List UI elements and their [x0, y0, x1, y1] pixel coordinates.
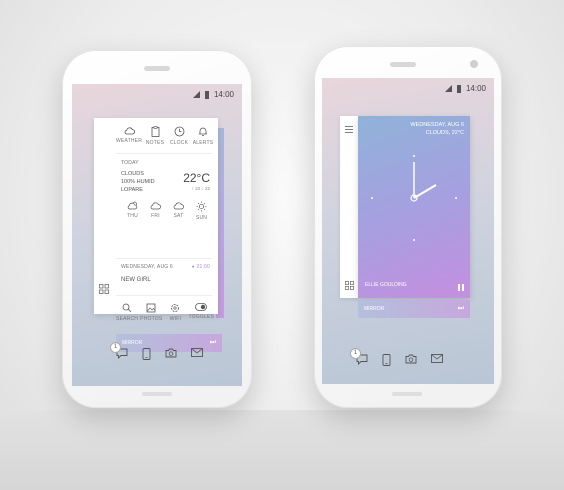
- forecast-fri: FRI: [144, 201, 167, 221]
- earpiece-speaker: [390, 62, 416, 67]
- weather-temperature: 22°C: [183, 171, 210, 185]
- clipboard-icon: [151, 126, 159, 137]
- cloud-icon: [124, 127, 135, 135]
- app-grid-icon[interactable]: [345, 281, 354, 290]
- forecast-row: THU FRI SAT SUN: [121, 201, 213, 221]
- screen-left: 14:00 WEATHER NOTES CLOCK ALERTS TODAY C…: [72, 84, 242, 386]
- clock-date: WEDNESDAY, AUG 6: [410, 122, 464, 128]
- quick-notes[interactable]: NOTES: [144, 126, 166, 146]
- status-time: 14:00: [465, 84, 486, 93]
- tool-search[interactable]: SEARCH: [116, 303, 138, 322]
- home-bar: [142, 392, 172, 396]
- signal-icon: [192, 91, 200, 98]
- tool-wifi[interactable]: WIFI: [164, 303, 186, 322]
- tools-row: SEARCH PHOTOS WIFI TOGGLES: [94, 296, 218, 322]
- earpiece-speaker: [144, 66, 170, 71]
- forecast-day: THU: [127, 213, 138, 219]
- quick-icons-row: WEATHER NOTES CLOCK ALERTS: [94, 118, 218, 146]
- battery-icon: [456, 84, 461, 93]
- side-rail: [340, 116, 358, 298]
- menu-icon[interactable]: [345, 126, 353, 133]
- phone-icon[interactable]: [142, 348, 151, 360]
- phone-icon[interactable]: [382, 354, 391, 366]
- weather-section-label: TODAY: [121, 160, 139, 166]
- tool-photos[interactable]: PHOTOS: [140, 303, 162, 322]
- search-icon: [122, 303, 132, 313]
- status-bar: 14:00: [192, 90, 234, 99]
- status-bar: 14:00: [444, 84, 486, 93]
- forecast-day: SAT: [173, 213, 184, 219]
- tool-search-label: SEARCH: [116, 316, 139, 322]
- forecast-sat: SAT: [167, 201, 190, 221]
- status-time: 14:00: [213, 90, 234, 99]
- dock-messages[interactable]: 1: [351, 349, 368, 366]
- notification-badge: 1: [351, 349, 360, 358]
- dock-messages[interactable]: 1: [111, 343, 128, 360]
- signal-icon: [444, 85, 452, 92]
- event-time: ● 21:00: [191, 264, 210, 270]
- home-bar: [392, 392, 422, 396]
- analog-clock: [371, 155, 457, 241]
- mail-icon[interactable]: [431, 354, 443, 363]
- battery-icon: [204, 90, 209, 99]
- quick-alerts[interactable]: ALERTS: [192, 126, 214, 146]
- mirror-label: MIRROR: [122, 340, 143, 346]
- quick-alerts-label: ALERTS: [192, 140, 214, 146]
- tool-toggles[interactable]: TOGGLES: [189, 303, 214, 322]
- skip-icon[interactable]: ⏭: [210, 339, 216, 347]
- clock-weather: CLOUDS, 22°C: [425, 130, 464, 136]
- mirror-label: MIRROR: [364, 306, 385, 312]
- launcher-card: WEATHER NOTES CLOCK ALERTS TODAY CLOUDS …: [94, 118, 218, 322]
- partly-cloudy-icon: [127, 201, 137, 210]
- floor-surface: [0, 410, 564, 490]
- sun-icon: [196, 201, 207, 212]
- toggle-icon: [195, 303, 208, 311]
- weather-widget[interactable]: TODAY CLOUDS 100% HUMID LOPARE 22°C ↑ 22…: [94, 154, 218, 236]
- camera-icon[interactable]: [405, 354, 417, 364]
- screen-right: 14:00 WEDNESDAY, AUG 6 CLOUDS, 22°C ELLI…: [322, 78, 494, 384]
- dock: 1: [111, 343, 203, 360]
- forecast-day: FRI: [151, 213, 160, 219]
- clock-icon: [174, 126, 184, 137]
- front-camera: [470, 60, 478, 68]
- app-grid-icon[interactable]: [99, 284, 109, 294]
- forecast-day: SUN: [195, 215, 208, 221]
- phone-right: 14:00 WEDNESDAY, AUG 6 CLOUDS, 22°C ELLI…: [314, 46, 502, 408]
- skip-icon[interactable]: ⏭: [458, 305, 464, 313]
- forecast-thu: THU: [121, 201, 144, 221]
- phone-left: 14:00 WEATHER NOTES CLOCK ALERTS TODAY C…: [62, 50, 252, 408]
- event-widget[interactable]: WEDNESDAY, AUG 6 ● 21:00 NEW GIRL: [94, 259, 218, 292]
- forecast-sun: SUN: [190, 201, 213, 221]
- dock: 1: [351, 349, 443, 366]
- quick-clock-label: CLOCK: [169, 140, 189, 146]
- now-playing-song: ELLIE GOULDING: [365, 282, 407, 288]
- tool-photos-label: PHOTOS: [140, 316, 163, 322]
- bell-icon: [199, 127, 207, 136]
- pause-icon[interactable]: [458, 284, 464, 291]
- quick-weather-label: WEATHER: [115, 138, 143, 144]
- clock-card[interactable]: WEDNESDAY, AUG 6 CLOUDS, 22°C ELLIE GOUL…: [358, 116, 470, 298]
- cloud-icon: [150, 202, 161, 210]
- settings-icon: [171, 304, 180, 312]
- quick-weather[interactable]: WEATHER: [116, 126, 142, 146]
- event-title: NEW GIRL: [121, 277, 151, 283]
- quick-clock[interactable]: CLOCK: [168, 126, 190, 146]
- notification-badge: 1: [111, 343, 120, 352]
- cloud-icon: [173, 202, 184, 210]
- tool-wifi-label: WIFI: [169, 316, 182, 322]
- mail-icon[interactable]: [191, 348, 203, 357]
- weather-range: ↑ 22 ↓ 22: [191, 186, 210, 191]
- quick-notes-label: NOTES: [145, 140, 165, 146]
- image-icon: [146, 303, 156, 313]
- mirror-bar[interactable]: MIRROR ⏭: [358, 300, 470, 318]
- camera-icon[interactable]: [165, 348, 177, 358]
- tool-toggles-label: TOGGLES: [188, 314, 214, 320]
